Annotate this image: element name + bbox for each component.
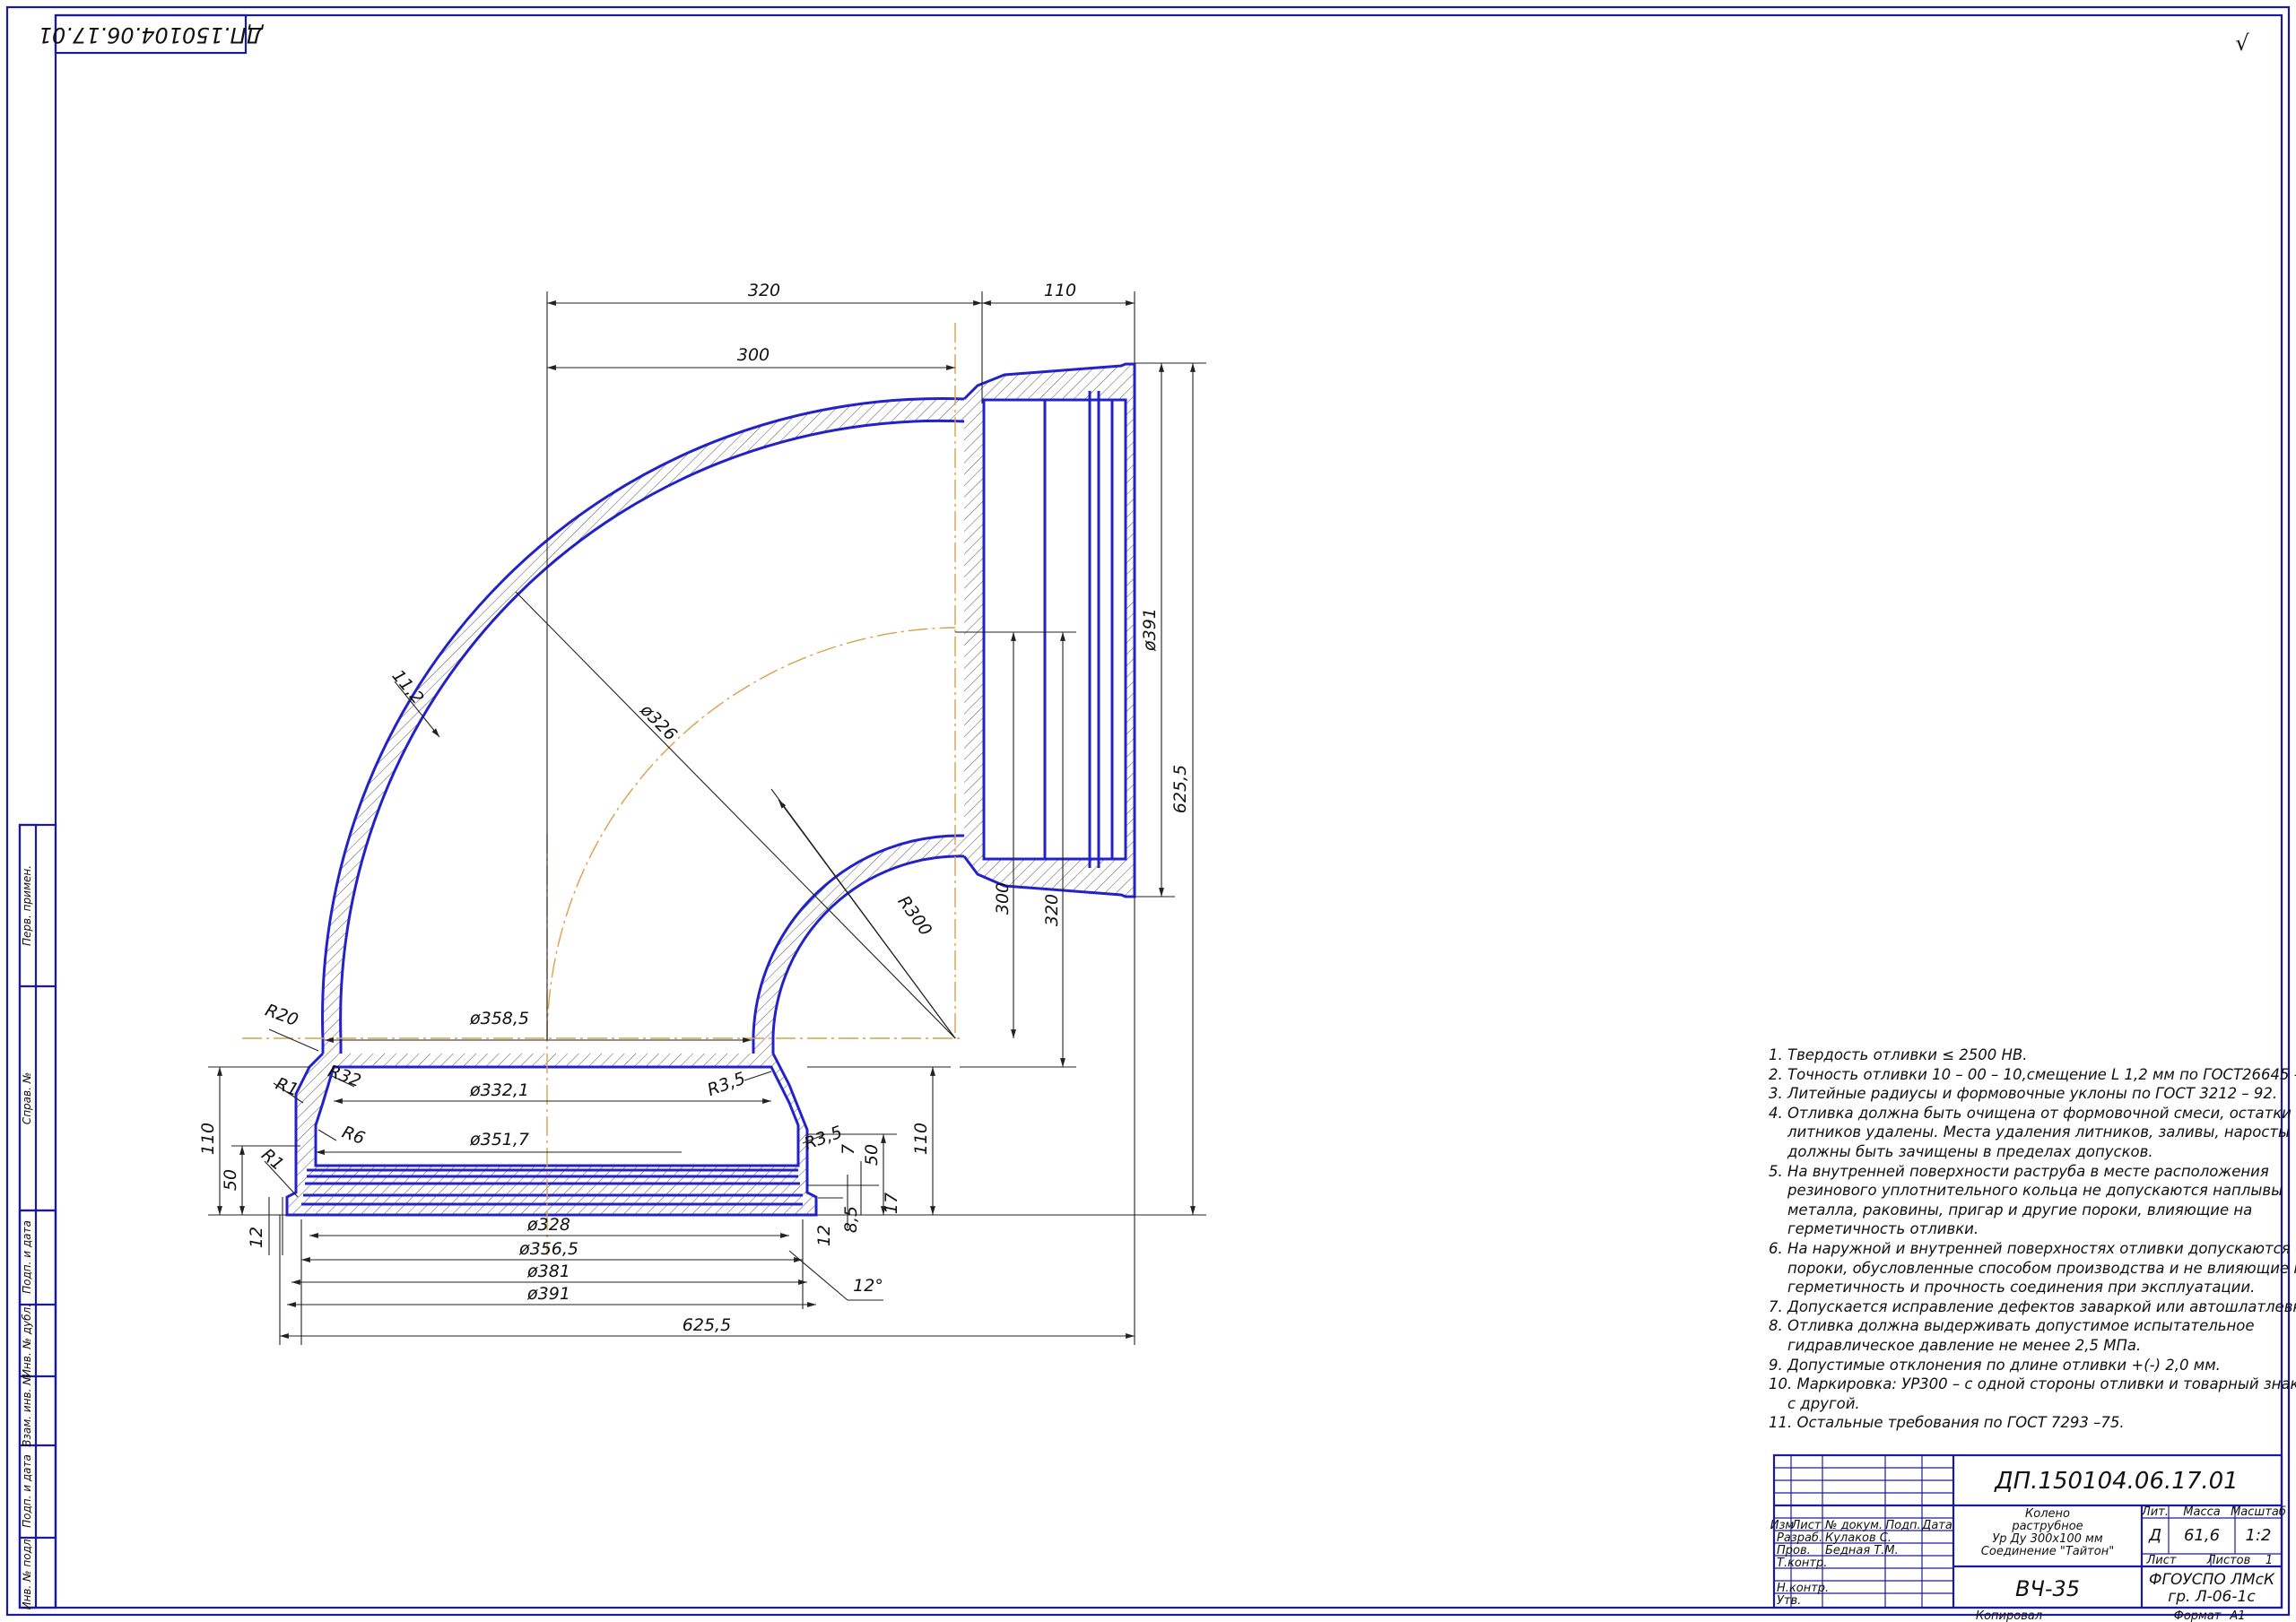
- tb-massa-value: 61,6: [2184, 1526, 2220, 1545]
- dim-dia-358-5: ø358,5: [469, 1009, 529, 1028]
- dim-dia-381: ø381: [526, 1262, 570, 1281]
- note-line: литников удалены. Места удаления литнико…: [1769, 1123, 2291, 1141]
- note-line: резинового уплотнительного кольца не доп…: [1769, 1182, 2283, 1200]
- note-line: 11. Остальные требования по ГОСТ 7293 –7…: [1769, 1414, 2125, 1432]
- tb-list-label: Лист: [2146, 1554, 2177, 1567]
- tb-razrab-label: Разраб.: [1777, 1531, 1822, 1545]
- side-label-inv-dubl: Инв. № дубл.: [21, 1304, 33, 1377]
- side-label-vzam-inv: Взам. инв. №: [21, 1374, 33, 1446]
- tb-utv-label: Утв.: [1777, 1594, 1801, 1608]
- tb-listov-value: 1: [2266, 1554, 2273, 1567]
- drawing-code: ДП.150104.06.17.01: [1994, 1468, 2238, 1495]
- top-stamp-text: ДП.150104.06.17.01: [39, 22, 265, 48]
- note-line: металла, раковины, пригар и другие порок…: [1769, 1201, 2253, 1219]
- tb-col-doc: № докум.: [1824, 1519, 1883, 1532]
- note-line: герметичность отливки.: [1769, 1220, 1979, 1238]
- note-line: с другой.: [1769, 1394, 1860, 1412]
- dim-dia-356-5: ø356,5: [518, 1239, 578, 1259]
- dim-right-7: 7: [839, 1144, 858, 1155]
- dim-r20: R20: [263, 1001, 301, 1030]
- tb-col-podp: Подп.: [1885, 1519, 1920, 1532]
- inner-wall-inner-edge: [771, 854, 965, 1054]
- tb-lit-value: Д: [2148, 1526, 2161, 1545]
- tb-tkontr-label: Т.контр.: [1777, 1557, 1827, 1570]
- top-stamp: ДП.150104.06.17.01: [39, 13, 265, 55]
- top-socket-bore: [982, 398, 1127, 861]
- technical-requirements: 1. Твердость отливки ≤ 2500 НВ. 2. Точно…: [1769, 1045, 2296, 1433]
- tb-org-line2: гр. Л-06-1с: [2168, 1588, 2256, 1606]
- tb-masshtab-label: Масштаб: [2231, 1505, 2286, 1519]
- tb-lit-label: Лит.: [2141, 1505, 2169, 1519]
- dim-right-17: 17: [882, 1193, 901, 1214]
- inner-wall-hatch: [753, 835, 964, 1054]
- side-label-podp-data-2: Подп. и дата: [21, 1454, 33, 1528]
- tb-masshtab-value: 1:2: [2246, 1526, 2272, 1545]
- tb-prov-label: Пров.: [1777, 1544, 1811, 1557]
- note-line: 3. Литейные радиусы и формовочные уклоны…: [1769, 1085, 2278, 1103]
- tb-listov-label: Листов: [2206, 1554, 2251, 1567]
- tb-format-label: Формат: [2174, 1609, 2222, 1622]
- dim-right-110: 110: [911, 1123, 931, 1155]
- tb-col-izm: Изм: [1770, 1519, 1795, 1532]
- note-line: 2. Точность отливки 10 – 00 – 10,смещени…: [1769, 1065, 2296, 1083]
- tb-material: ВЧ-35: [2015, 1576, 2080, 1601]
- dim-left-50: 50: [221, 1169, 240, 1191]
- side-label-sprav: Справ. №: [21, 1072, 33, 1124]
- tb-org-line1: ФГОУСПО ЛМсК: [2149, 1571, 2275, 1589]
- dim-dia-391-bottom: ø391: [526, 1284, 570, 1304]
- note-line: 8. Отливка должна выдерживать допустимое…: [1769, 1317, 2255, 1335]
- dim-overall-625-5-right: 625,5: [1170, 765, 1190, 813]
- side-label-inv-podl: Инв. № подл.: [21, 1536, 33, 1610]
- dim-top-320: 320: [748, 281, 780, 300]
- title-block-text: ДП.150104.06.17.01 Изм Лист № докум. Под…: [1770, 1468, 2286, 1622]
- dim-dia-332-1: ø332,1: [469, 1080, 529, 1100]
- tb-format-value: А1: [2229, 1609, 2245, 1622]
- note-line: 7. Допускается исправление дефектов зава…: [1769, 1297, 2296, 1315]
- dim-left-12: 12: [247, 1227, 266, 1248]
- note-line: герметичность и прочность соединения при…: [1769, 1279, 2256, 1297]
- dim-right-8-5: 8,5: [841, 1206, 861, 1233]
- note-line: 4. Отливка должна быть очищена от формов…: [1769, 1104, 2292, 1122]
- dim-dia-326: ø326: [636, 699, 681, 744]
- note-line: 1. Твердость отливки ≤ 2500 НВ.: [1769, 1046, 2028, 1063]
- tb-col-list: Лист: [1791, 1519, 1822, 1532]
- roughness-mark: √: [2235, 30, 2249, 56]
- tb-name-line4: Соединение "Тайтон": [1981, 1545, 2114, 1558]
- dim-overall-625-5-bottom: 625,5: [683, 1315, 731, 1335]
- tb-name-line3: Ур Ду 300х100 мм: [1992, 1532, 2103, 1546]
- tb-kopiroval: Копировал: [1976, 1609, 2042, 1622]
- dim-dia-328: ø328: [526, 1215, 570, 1235]
- outer-wall-inner-edge: [339, 419, 965, 1054]
- side-strip: Перв. примен. Справ. № Подп. и дата Инв.…: [18, 823, 57, 1610]
- note-line: 5. На внутренней поверхности раструба в …: [1769, 1162, 2269, 1180]
- side-label-podp-data-1: Подп. и дата: [21, 1220, 33, 1294]
- dim-v320: 320: [1042, 894, 1062, 926]
- tb-razrab-name: Кулаков С.: [1825, 1531, 1892, 1545]
- tb-nkontr-label: Н.контр.: [1777, 1582, 1829, 1595]
- dim-dia-351-7: ø351,7: [469, 1130, 529, 1149]
- dim-left-110: 110: [198, 1123, 218, 1155]
- dim-right-12: 12: [814, 1225, 834, 1246]
- dim-r300: R300: [893, 892, 935, 940]
- note-line: должны быть зачищены в пределах допусков…: [1769, 1142, 2153, 1160]
- dim-angle-12: 12°: [853, 1276, 883, 1296]
- side-label-perv-primen: Перв. примен.: [21, 865, 33, 946]
- note-line: 6. На наружной и внутренней поверхностях…: [1769, 1239, 2291, 1257]
- tb-massa-label: Масса: [2183, 1505, 2220, 1519]
- tb-name-line2: раструбное: [2011, 1520, 2083, 1533]
- dim-top-300: 300: [737, 345, 770, 365]
- dim-dia-391-right: ø391: [1140, 608, 1160, 652]
- tb-col-data: Дата: [1921, 1519, 1952, 1532]
- tb-name-line1: Колено: [2025, 1507, 2070, 1521]
- dim-right-50: 50: [862, 1144, 882, 1166]
- dim-v300: 300: [993, 882, 1013, 915]
- note-line: 9. Допустимые отклонения по длине отливк…: [1769, 1356, 2221, 1374]
- dim-top-110: 110: [1044, 281, 1076, 300]
- note-line: пороки, обусловленные способом производс…: [1769, 1259, 2296, 1277]
- note-line: гидравлическое давление не менее 2,5 МПа…: [1769, 1336, 2142, 1354]
- tb-prov-name: Бедная Т.М.: [1825, 1544, 1899, 1557]
- dim-r1-b: R1: [257, 1145, 288, 1175]
- note-line: 10. Маркировка: УР300 – с одной стороны …: [1769, 1375, 2296, 1393]
